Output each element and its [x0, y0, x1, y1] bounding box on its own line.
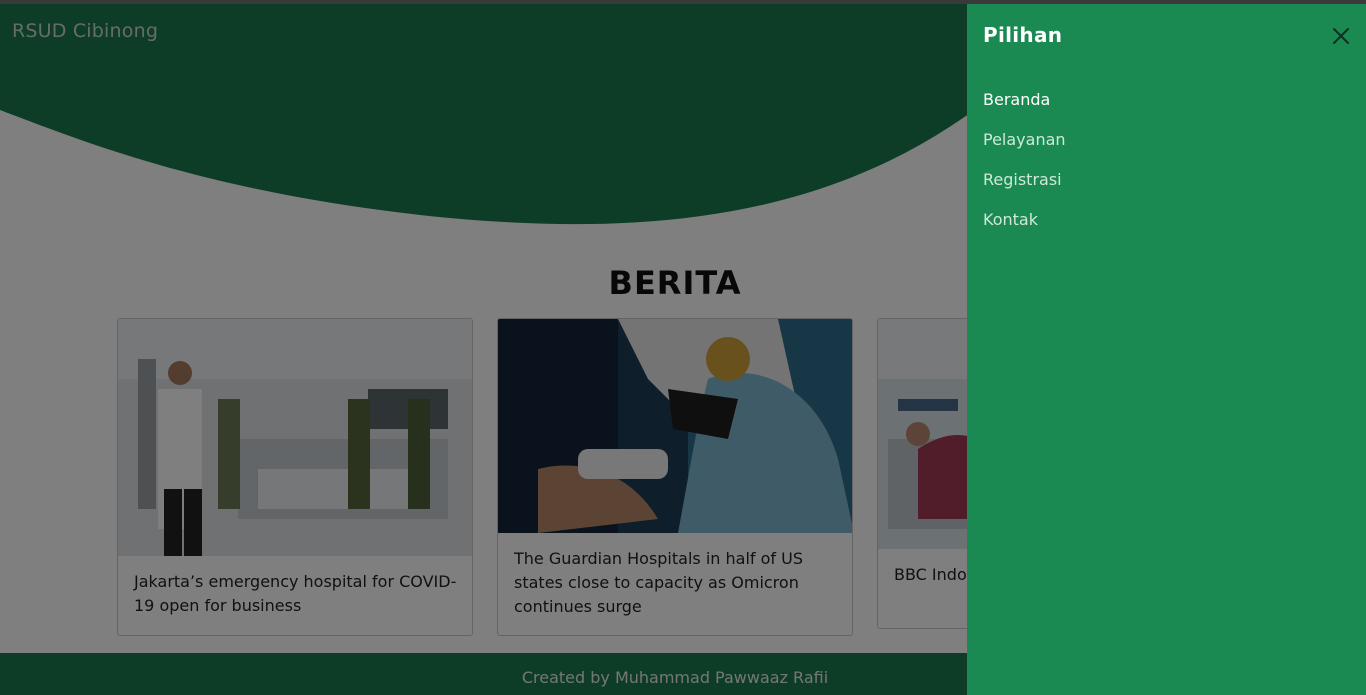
offcanvas-title: Pilihan [983, 23, 1063, 47]
offcanvas-menu: Pilihan Beranda Pelayanan Registrasi Kon… [967, 4, 1366, 695]
nav-item-beranda[interactable]: Beranda [983, 90, 1066, 130]
offcanvas-backdrop[interactable] [0, 4, 967, 695]
offcanvas-nav: Beranda Pelayanan Registrasi Kontak [983, 90, 1066, 250]
nav-item-registrasi[interactable]: Registrasi [983, 170, 1066, 210]
close-icon[interactable] [1329, 24, 1353, 48]
nav-item-kontak[interactable]: Kontak [983, 210, 1066, 250]
nav-item-pelayanan[interactable]: Pelayanan [983, 130, 1066, 170]
